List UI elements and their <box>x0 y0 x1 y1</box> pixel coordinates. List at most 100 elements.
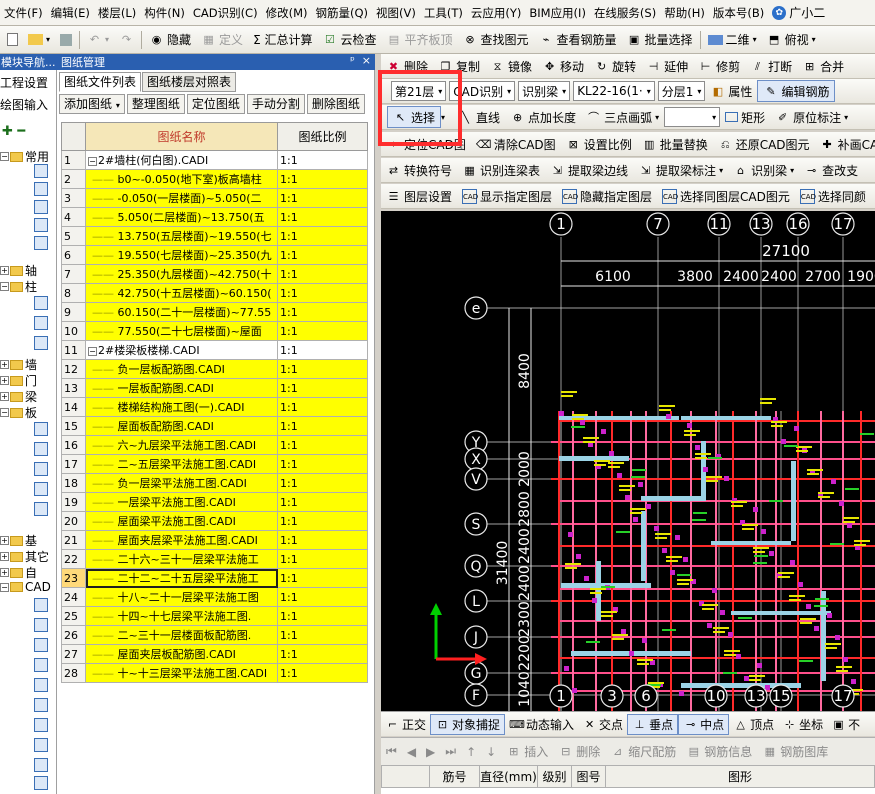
drawing-scale-cell[interactable]: 1:1 <box>277 549 368 569</box>
select-same-layer-button[interactable]: CAD 选择同图层CAD图元 <box>657 185 795 207</box>
menu-version[interactable]: 版本号(B) <box>709 5 768 21</box>
tree-beam[interactable]: + 梁 <box>0 388 37 405</box>
move-up-button[interactable]: ↑ <box>461 741 481 763</box>
drawing-scale-cell[interactable]: 1:1 <box>277 587 368 607</box>
tree-foundation[interactable]: + 基 <box>0 532 37 549</box>
table-row[interactable]: 27 —— 屋面夹层板配筋图.CADI 1:1 <box>61 644 368 664</box>
drawing-name-cell[interactable]: —— 二十二~二十五层梁平法施工 <box>85 568 278 588</box>
trim-button[interactable]: ⊢ 修剪 <box>693 55 745 77</box>
table-row[interactable]: 2 —— b0~-0.050(地下室)板高墙柱 1:1 <box>61 169 368 189</box>
menu-modify[interactable]: 修改(M) <box>262 5 312 21</box>
close-icon[interactable]: × <box>362 54 371 67</box>
drawing-scale-cell[interactable]: 1:1 <box>277 340 368 360</box>
drawing-scale-cell[interactable]: 1:1 <box>277 207 368 227</box>
menu-floor[interactable]: 楼层(L) <box>94 5 140 21</box>
drawing-scale-cell[interactable]: 1:1 <box>277 416 368 436</box>
set-scale-button[interactable]: ⊠ 设置比例 <box>561 133 637 155</box>
organize-drawing-button[interactable]: 整理图纸 <box>126 94 185 114</box>
view-rebar-button[interactable]: ⌁ 查看钢筋量 <box>534 29 622 51</box>
dynamic-input-toggle[interactable]: ⌨ 动态输入 <box>505 714 578 735</box>
menu-online[interactable]: 在线服务(S) <box>590 5 660 21</box>
drawing-scale-cell[interactable]: 1:1 <box>277 169 368 189</box>
drawing-scale-cell[interactable]: 1:1 <box>277 454 368 474</box>
show-layer-button[interactable]: CAD 显示指定图层 <box>457 185 557 207</box>
component-icon[interactable] <box>34 236 48 250</box>
menu-component[interactable]: 构件(N) <box>140 5 189 21</box>
component-icon[interactable] <box>34 678 48 692</box>
patch-cad-line-button[interactable]: ✚ 补画CAD线 <box>815 133 875 155</box>
drawing-scale-cell[interactable]: 1:1 <box>277 378 368 398</box>
insert-button[interactable]: ⊞ 插入 <box>501 741 553 763</box>
table-row[interactable]: 28 —— 十~十三层梁平法施工图.CADI 1:1 <box>61 663 368 683</box>
new-button[interactable] <box>2 29 23 51</box>
point-length-button[interactable]: ⊕ 点加长度 <box>505 106 581 128</box>
tree-wall[interactable]: + 墙 <box>0 356 37 373</box>
table-row[interactable]: 24 —— 十八~二十一层梁平法施工图 1:1 <box>61 587 368 607</box>
drawing-scale-cell[interactable]: 1:1 <box>277 530 368 550</box>
rebar-delete-button[interactable]: ⊟ 删除 <box>553 741 605 763</box>
table-row[interactable]: 16 —— 六~九层梁平法施工图.CADI 1:1 <box>61 435 368 455</box>
batch-replace-button[interactable]: ▥ 批量替换 <box>637 133 713 155</box>
rebar-info-button[interactable]: ▤ 钢筋信息 <box>681 741 757 763</box>
collapse-icon[interactable]: − <box>88 156 97 166</box>
arc-option-select[interactable]: ▾ <box>664 107 721 127</box>
intersection-snap[interactable]: ✕ 交点 <box>578 714 627 735</box>
drawing-name-header[interactable]: 图纸名称 <box>85 122 278 151</box>
extend-button[interactable]: ⊣ 延伸 <box>641 55 693 77</box>
tab-drawing-file-list[interactable]: 图纸文件列表 <box>59 72 142 92</box>
table-row[interactable]: 7 —— 25.350(九层楼面)~42.750(十 1:1 <box>61 264 368 284</box>
drawing-name-cell[interactable]: —— 负一层板配筋图.CADI <box>85 359 278 379</box>
component-icon[interactable] <box>34 316 48 330</box>
rotate-button[interactable]: ↻ 旋转 <box>589 55 641 77</box>
check-support-button[interactable]: ⊸ 查改支 <box>799 159 863 181</box>
table-row[interactable]: 20 —— 屋面梁平法施工图.CADI 1:1 <box>61 511 368 531</box>
prev-record-button[interactable]: ◀ <box>402 741 421 763</box>
layer-settings-button[interactable]: ☰ 图层设置 <box>381 185 457 207</box>
drawing-scale-cell[interactable]: 1:1 <box>277 625 368 645</box>
view-top-dropdown[interactable]: ⬒ 俯视 ▾ <box>762 29 821 51</box>
drawing-scale-cell[interactable]: 1:1 <box>277 302 368 322</box>
menu-tools[interactable]: 工具(T) <box>420 5 467 21</box>
tree-custom[interactable]: + 自 <box>0 564 37 581</box>
component-select[interactable]: KL22-16(1· ▾ <box>573 81 655 101</box>
rebar-library-button[interactable]: ▦ 钢筋图库 <box>757 741 833 763</box>
element-type-select[interactable]: 识别梁 ▾ <box>518 81 571 101</box>
add-drawing-button[interactable]: 添加图纸 ▾ <box>59 94 125 114</box>
drawing-name-cell[interactable]: —— -0.050(一层楼面)~5.050(二 <box>85 188 278 208</box>
scale-rebar-button[interactable]: ⊿ 缩尺配筋 <box>605 741 681 763</box>
drawing-scale-cell[interactable]: 1:1 <box>277 397 368 417</box>
component-icon[interactable] <box>34 658 48 672</box>
drawing-name-cell[interactable]: —— 42.750(十五层楼面)~60.150( <box>85 283 278 303</box>
component-icon[interactable] <box>34 758 48 772</box>
hide-layer-button[interactable]: CAD 隐藏指定图层 <box>557 185 657 207</box>
component-icon[interactable] <box>34 296 48 310</box>
table-row[interactable]: 19 —— 一层梁平法施工图.CADI 1:1 <box>61 492 368 512</box>
table-row[interactable]: 22 —— 二十六~三十一层梁平法施工 1:1 <box>61 549 368 569</box>
tree-door[interactable]: + 门 <box>0 372 37 389</box>
menu-help[interactable]: 帮助(H) <box>660 5 709 21</box>
cad-drawing-canvas[interactable]: 1 7 11 13 16 17 1 3 6 10 13 15 17 e Y X V S Q L J G F 27100 610… <box>381 211 875 711</box>
component-icon[interactable] <box>34 738 48 752</box>
layer-select[interactable]: 分层1 ▾ <box>657 81 706 101</box>
recognize-coupling-beam-button[interactable]: ▦ 识别连梁表 <box>457 159 545 181</box>
drawing-name-cell[interactable]: —— 十八~二十一层梁平法施工图 <box>85 587 278 607</box>
drawing-scale-cell[interactable]: 1:1 <box>277 568 368 588</box>
cloud-check-button[interactable]: ☑ 云检查 <box>317 29 381 51</box>
drawing-scale-cell[interactable]: 1:1 <box>277 606 368 626</box>
drawing-name-cell[interactable]: —— 60.150(二十一层楼面)~77.55 <box>85 302 278 322</box>
redo-button[interactable]: ↷ <box>114 29 139 51</box>
flat-slab-button[interactable]: ▤ 平齐板顶 <box>381 29 457 51</box>
table-row[interactable]: 18 —— 负一层梁平法施工图.CADI 1:1 <box>61 473 368 493</box>
drawing-scale-cell[interactable]: 1:1 <box>277 359 368 379</box>
table-row[interactable]: 3 —— -0.050(一层楼面)~5.050(二 1:1 <box>61 188 368 208</box>
drawing-name-cell[interactable]: —— 屋面梁平法施工图.CADI <box>85 511 278 531</box>
table-row[interactable]: 9 —— 60.150(二十一层楼面)~77.55 1:1 <box>61 302 368 322</box>
table-row[interactable]: 21 —— 屋面夹层梁平法施工图.CADI 1:1 <box>61 530 368 550</box>
component-icon[interactable] <box>34 442 48 456</box>
edit-rebar-button[interactable]: ✎ 编辑钢筋 <box>757 80 836 102</box>
drawing-name-cell[interactable]: —— 屋面夹层板配筋图.CADI <box>85 644 278 664</box>
origin-mark-button[interactable]: ✐ 原位标注 ▾ <box>770 106 853 128</box>
nav-project-settings[interactable]: 工程设置 <box>0 74 48 91</box>
drawing-scale-cell[interactable]: 1:1 <box>277 321 368 341</box>
component-icon[interactable] <box>34 618 48 632</box>
